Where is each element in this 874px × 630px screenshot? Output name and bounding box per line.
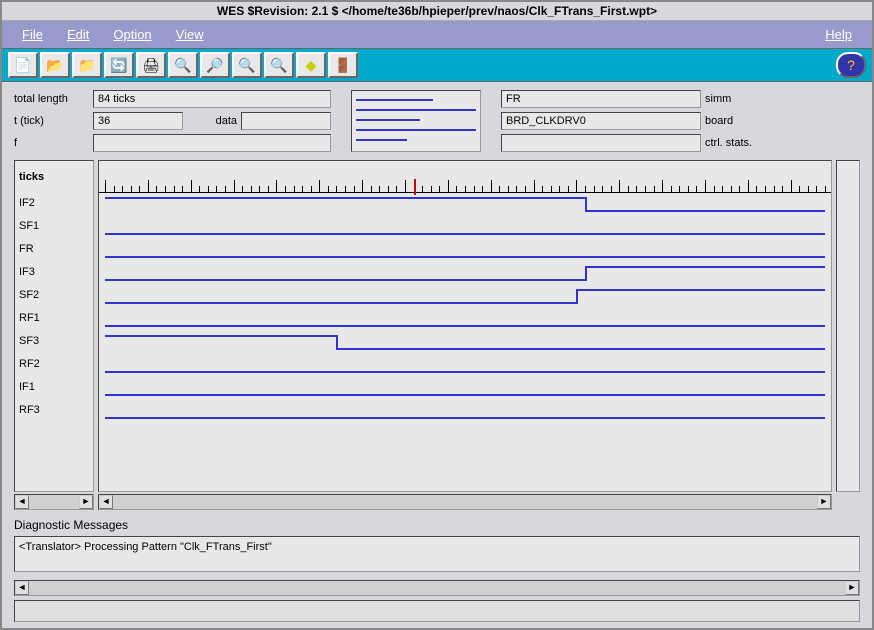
signal-name-RF2[interactable]: RF2 <box>19 354 89 377</box>
wave-IF1[interactable] <box>99 378 831 401</box>
total-length-field[interactable]: 84 ticks <box>93 90 331 108</box>
info-panel: total length 84 ticks t (tick) 36 data f… <box>2 82 872 160</box>
names-hscroll[interactable]: ◄ ► <box>14 494 94 510</box>
signal-name-RF3[interactable]: RF3 <box>19 400 89 423</box>
main-window: WES $Revision: 2.1 $ </home/te36b/hpiepe… <box>0 0 874 630</box>
zoom-in-button[interactable]: 🔍 <box>168 52 198 78</box>
wave-SF3[interactable] <box>99 332 831 355</box>
save-button[interactable]: 📁 <box>72 52 102 78</box>
open-button[interactable]: 📂 <box>40 52 70 78</box>
wave-RF2[interactable] <box>99 355 831 378</box>
wave-SF2[interactable] <box>99 286 831 309</box>
diagnostic-messages[interactable]: <Translator> Processing Pattern "Clk_FTr… <box>14 536 860 572</box>
diagnostic-title: Diagnostic Messages <box>14 518 860 532</box>
simm-label: simm <box>705 93 770 105</box>
wave-FR[interactable] <box>99 240 831 263</box>
overview-waveform[interactable] <box>351 90 481 152</box>
wave-SF1[interactable] <box>99 217 831 240</box>
toolbar: 📄 📂 📁 🔄 🖨 🔍 🔎 🔍 🔍 ◆ 🚪 ? <box>2 49 872 82</box>
t-tick-label: t (tick) <box>14 115 89 127</box>
menubar: File Edit Option View Help <box>2 21 872 49</box>
menu-edit[interactable]: Edit <box>55 25 101 44</box>
exit-button[interactable]: 🚪 <box>328 52 358 78</box>
scroll-left-icon[interactable]: ◄ <box>15 495 29 509</box>
cursor-line[interactable] <box>414 179 416 195</box>
ticks-header: ticks <box>19 165 89 193</box>
waveform-area[interactable] <box>98 160 832 492</box>
main-area: ticks IF2SF1FRIF3SF2RF1SF3RF2IF1RF3 <box>2 160 872 492</box>
data-label: data <box>187 115 237 127</box>
signal-name-SF3[interactable]: SF3 <box>19 331 89 354</box>
f-label: f <box>14 137 89 149</box>
signal-name-RF1[interactable]: RF1 <box>19 308 89 331</box>
print-button[interactable]: 🖨 <box>136 52 166 78</box>
waveform-hscroll[interactable]: ◄ ► <box>98 494 832 510</box>
window-title: WES $Revision: 2.1 $ </home/te36b/hpiepe… <box>2 2 872 21</box>
data-field[interactable] <box>241 112 331 130</box>
signal-name-IF2[interactable]: IF2 <box>19 193 89 216</box>
waves-container <box>99 193 831 424</box>
scroll-right-icon[interactable]: ► <box>79 495 93 509</box>
diagnostic-hscroll[interactable]: ◄ ► <box>14 580 860 596</box>
zoom-out-button[interactable]: 🔎 <box>200 52 230 78</box>
scroll-right-icon[interactable]: ► <box>845 581 859 595</box>
ctrl-stats-label: ctrl. stats. <box>705 137 770 149</box>
reload-button[interactable]: 🔄 <box>104 52 134 78</box>
menu-option[interactable]: Option <box>101 25 163 44</box>
zoom-select-button[interactable]: 🔍 <box>232 52 262 78</box>
board-label: board <box>705 115 770 127</box>
signal-name-SF2[interactable]: SF2 <box>19 285 89 308</box>
menu-file[interactable]: File <box>10 25 55 44</box>
signal-name-IF1[interactable]: IF1 <box>19 377 89 400</box>
wave-IF2[interactable] <box>99 194 831 217</box>
wave-RF3[interactable] <box>99 401 831 424</box>
signal-names-panel: ticks IF2SF1FRIF3SF2RF1SF3RF2IF1RF3 <box>14 160 94 492</box>
scroll-right-icon[interactable]: ► <box>817 495 831 509</box>
total-length-label: total length <box>14 93 89 105</box>
help-button[interactable]: ? <box>836 52 866 78</box>
menu-help[interactable]: Help <box>813 25 864 44</box>
track-panel <box>836 160 860 492</box>
simm-field[interactable]: FR <box>501 90 701 108</box>
new-button[interactable]: 📄 <box>8 52 38 78</box>
t-tick-field[interactable]: 36 <box>93 112 183 130</box>
ctrl-field[interactable] <box>501 134 701 152</box>
scroll-left-icon[interactable]: ◄ <box>15 581 29 595</box>
signal-name-IF3[interactable]: IF3 <box>19 262 89 285</box>
scroll-left-icon[interactable]: ◄ <box>99 495 113 509</box>
signal-name-FR[interactable]: FR <box>19 239 89 262</box>
marker-button[interactable]: ◆ <box>296 52 326 78</box>
menu-view[interactable]: View <box>164 25 216 44</box>
wave-RF1[interactable] <box>99 309 831 332</box>
board-field[interactable]: BRD_CLKDRV0 <box>501 112 701 130</box>
zoom-fit-button[interactable]: 🔍 <box>264 52 294 78</box>
f-field[interactable] <box>93 134 331 152</box>
signal-name-SF1[interactable]: SF1 <box>19 216 89 239</box>
wave-IF3[interactable] <box>99 263 831 286</box>
tick-ruler <box>99 165 831 193</box>
status-bar <box>14 600 860 622</box>
